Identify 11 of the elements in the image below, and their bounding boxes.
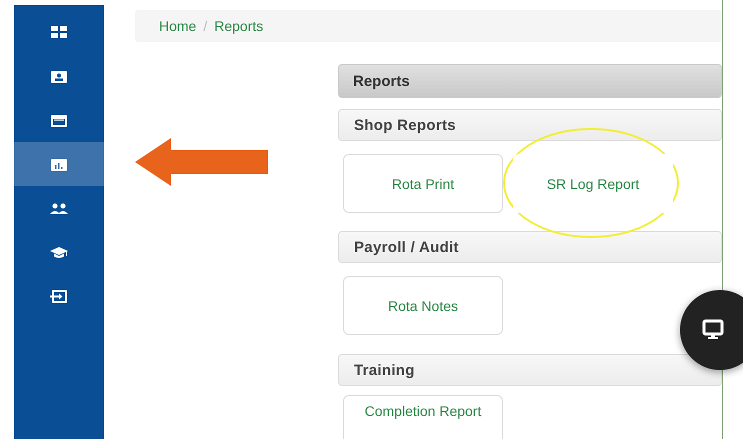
panel-title: Reports xyxy=(338,64,722,98)
section-header: Payroll / Audit xyxy=(338,231,722,263)
breadcrumb-link[interactable]: Home xyxy=(159,18,196,34)
report-link[interactable]: Rota Notes xyxy=(343,276,503,335)
report-link[interactable]: Completion Report xyxy=(343,395,503,439)
breadcrumb-link[interactable]: Reports xyxy=(214,18,264,34)
report-link[interactable]: SR Log Report xyxy=(513,154,673,213)
section-header: Shop Reports xyxy=(338,109,722,141)
breadcrumb-separator: / xyxy=(203,18,208,34)
section-header: Training xyxy=(338,354,722,386)
report-link[interactable]: Rota Print xyxy=(343,154,503,213)
